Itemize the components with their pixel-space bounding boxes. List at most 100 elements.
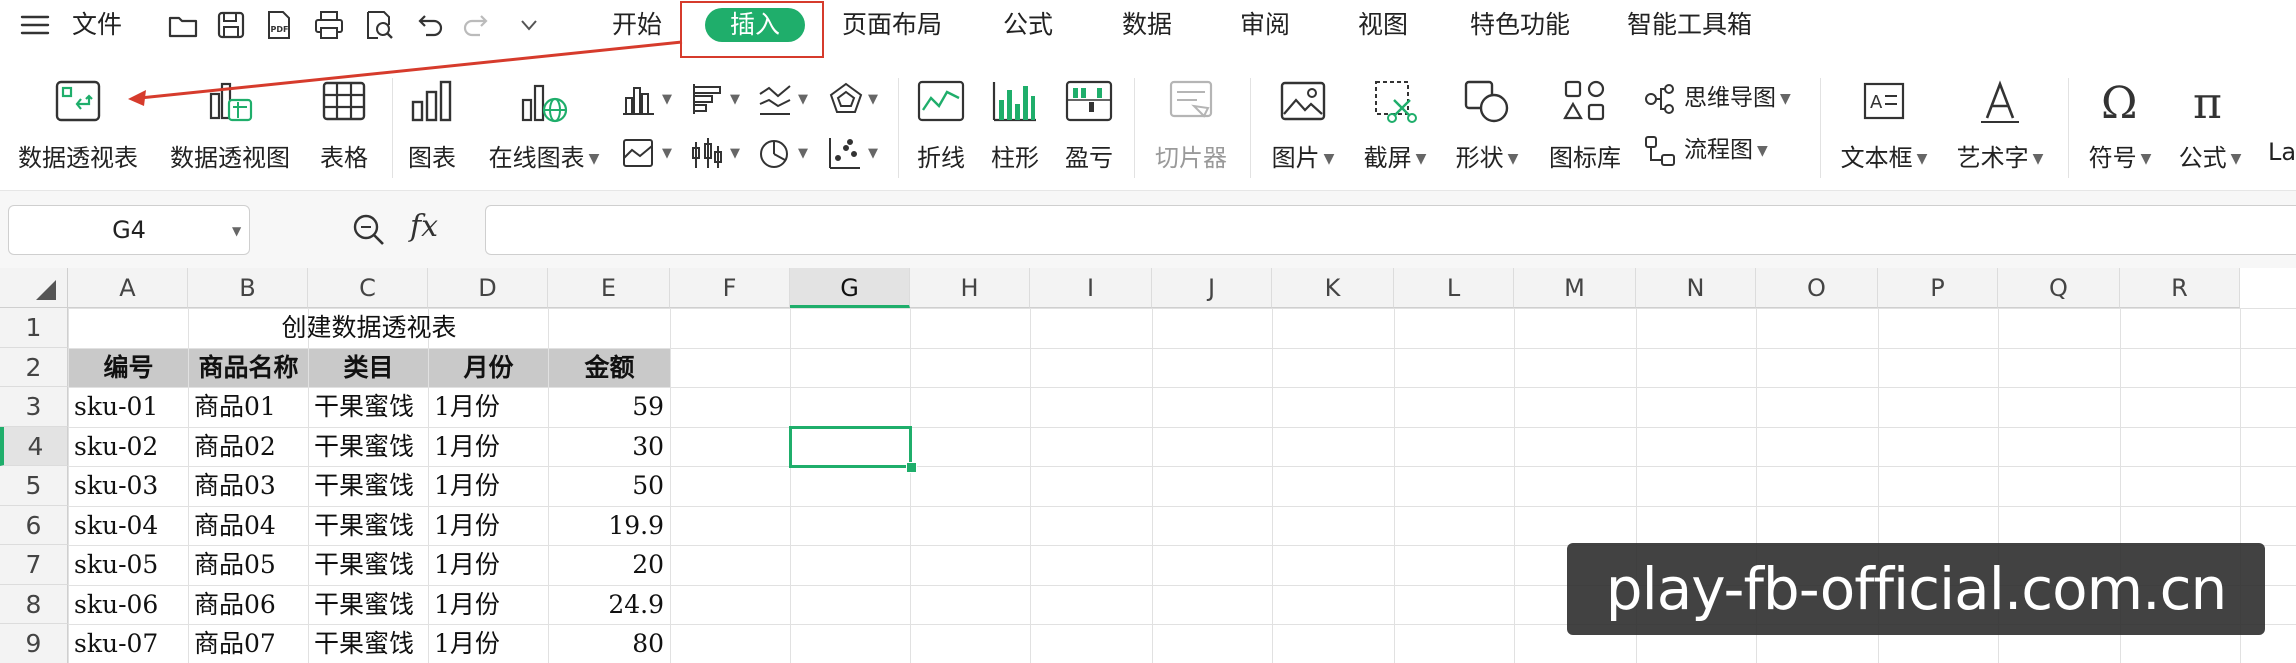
online-chart-button[interactable]: 在线图表 ▼ [482,74,606,173]
table-cell[interactable]: 干果蜜饯 [308,427,428,467]
pivot-chart-button[interactable]: 数据透视图 [168,74,292,173]
table-header-cell[interactable]: 金额 [549,348,670,387]
tab-special-features[interactable]: 特色功能 [1470,6,1570,44]
tab-formulas[interactable]: 公式 [1003,6,1053,44]
column-header-p[interactable]: P [1878,268,1998,308]
table-cell[interactable]: 1月份 [428,506,548,546]
row-header-7[interactable]: 7 [0,545,68,585]
flowchart-button[interactable]: 流程图 ▼ [1642,130,1768,170]
table-button[interactable]: 表格 [310,74,378,173]
tab-smart-toolbox[interactable]: 智能工具箱 [1627,6,1752,44]
sparkline-winloss-button[interactable]: 盈亏 [1058,74,1120,173]
table-cell[interactable]: 商品05 [188,545,308,585]
column-header-q[interactable]: Q [1998,268,2120,308]
table-cell[interactable]: 50 [548,466,670,506]
export-pdf-icon[interactable]: PDF [262,8,296,42]
table-cell[interactable]: 20 [548,545,670,585]
tab-insert[interactable]: 插入 [705,8,805,42]
table-cell[interactable]: 干果蜜饯 [308,466,428,506]
scatter-chart-type-button[interactable]: ▼ [826,134,886,174]
column-header-k[interactable]: K [1272,268,1394,308]
picture-button[interactable]: 图片 ▼ [1262,74,1344,173]
radar-chart-type-button[interactable]: ▼ [826,80,886,120]
table-cell[interactable]: 80 [548,624,670,663]
table-header-cell[interactable]: 类目 [309,348,428,387]
pie-chart-type-button[interactable]: ▼ [756,134,816,174]
tab-page-layout[interactable]: 页面布局 [842,6,942,44]
column-header-g[interactable]: G [790,268,910,308]
table-cell[interactable]: 商品02 [188,427,308,467]
table-cell[interactable]: sku-07 [68,624,188,663]
table-cell[interactable]: 1月份 [428,466,548,506]
undo-icon[interactable] [412,8,446,42]
table-cell[interactable]: 商品03 [188,466,308,506]
column-header-i[interactable]: I [1030,268,1152,308]
select-all-corner[interactable] [0,268,68,308]
column-header-j[interactable]: J [1152,268,1272,308]
row-header-1[interactable]: 1 [0,308,68,348]
table-cell[interactable]: 干果蜜饯 [308,624,428,663]
tab-review[interactable]: 审阅 [1240,6,1290,44]
table-cell[interactable]: 24.9 [548,585,670,625]
table-cell[interactable]: sku-05 [68,545,188,585]
open-folder-icon[interactable] [166,8,200,42]
table-cell[interactable]: 商品07 [188,624,308,663]
column-header-f[interactable]: F [670,268,790,308]
table-cell[interactable]: 干果蜜饯 [308,585,428,625]
table-cell[interactable]: 1月份 [428,585,548,625]
column-header-a[interactable]: A [68,268,188,308]
stock-chart-type-button[interactable]: ▼ [688,134,748,174]
table-header-cell[interactable]: 商品名称 [189,348,308,387]
table-header-cell[interactable]: 月份 [429,348,548,387]
save-icon[interactable] [214,8,248,42]
table-cell[interactable]: 干果蜜饯 [308,387,428,427]
sparkline-line-button[interactable]: 折线 [910,74,972,173]
table-cell[interactable]: 30 [548,427,670,467]
column-header-l[interactable]: L [1394,268,1514,308]
table-cell[interactable]: sku-03 [68,466,188,506]
table-cell[interactable]: 1月份 [428,545,548,585]
tab-home[interactable]: 开始 [612,6,662,44]
table-cell[interactable]: 干果蜜饯 [308,506,428,546]
icon-library-button[interactable]: 图标库 [1540,74,1630,173]
row-header-5[interactable]: 5 [0,466,68,506]
column-header-m[interactable]: M [1514,268,1636,308]
redo-icon[interactable] [460,8,494,42]
wordart-button[interactable]: 艺术字 ▼ [1950,74,2050,173]
column-header-r[interactable]: R [2120,268,2240,308]
row-header-9[interactable]: 9 [0,624,68,663]
table-cell[interactable]: 商品06 [188,585,308,625]
tab-view[interactable]: 视图 [1358,6,1408,44]
row-header-4[interactable]: 4 [0,426,68,466]
column-header-e[interactable]: E [548,268,670,308]
pivot-table-button[interactable]: 数据透视表 [16,74,140,173]
column-header-d[interactable]: D [428,268,548,308]
equation-button[interactable]: π 公式 ▼ [2170,74,2250,173]
row-header-3[interactable]: 3 [0,387,68,427]
table-cell[interactable]: 1月份 [428,624,548,663]
table-cell[interactable]: 1月份 [428,387,548,427]
bar-chart-type-button[interactable]: ▼ [688,80,748,120]
table-cell[interactable]: sku-02 [68,427,188,467]
formula-input[interactable] [485,205,2296,255]
file-menu[interactable]: 文件 [72,6,122,44]
print-icon[interactable] [312,8,346,42]
table-header-cell[interactable]: 编号 [69,348,188,387]
shapes-button[interactable]: 形状 ▼ [1446,74,1528,173]
table-cell[interactable]: 商品01 [188,387,308,427]
sheet-title-cell[interactable]: 创建数据透视表 [68,308,670,348]
area-chart-type-button[interactable]: ▼ [620,134,680,174]
table-cell[interactable]: 19.9 [548,506,670,546]
insert-function-icon[interactable]: fx [410,209,438,244]
print-preview-icon[interactable] [362,8,396,42]
zoom-search-icon[interactable] [350,211,388,249]
table-cell[interactable]: 59 [548,387,670,427]
line-chart-type-button[interactable]: ▼ [756,80,816,120]
quick-access-dropdown-icon[interactable] [512,8,546,42]
table-cell[interactable]: 1月份 [428,427,548,467]
mind-map-button[interactable]: 思维导图 ▼ [1642,78,1791,118]
symbol-button[interactable]: Ω 符号 ▼ [2080,74,2160,173]
column-header-o[interactable]: O [1756,268,1878,308]
textbox-button[interactable]: A 文本框 ▼ [1834,74,1934,173]
sparkline-column-button[interactable]: 柱形 [984,74,1046,173]
